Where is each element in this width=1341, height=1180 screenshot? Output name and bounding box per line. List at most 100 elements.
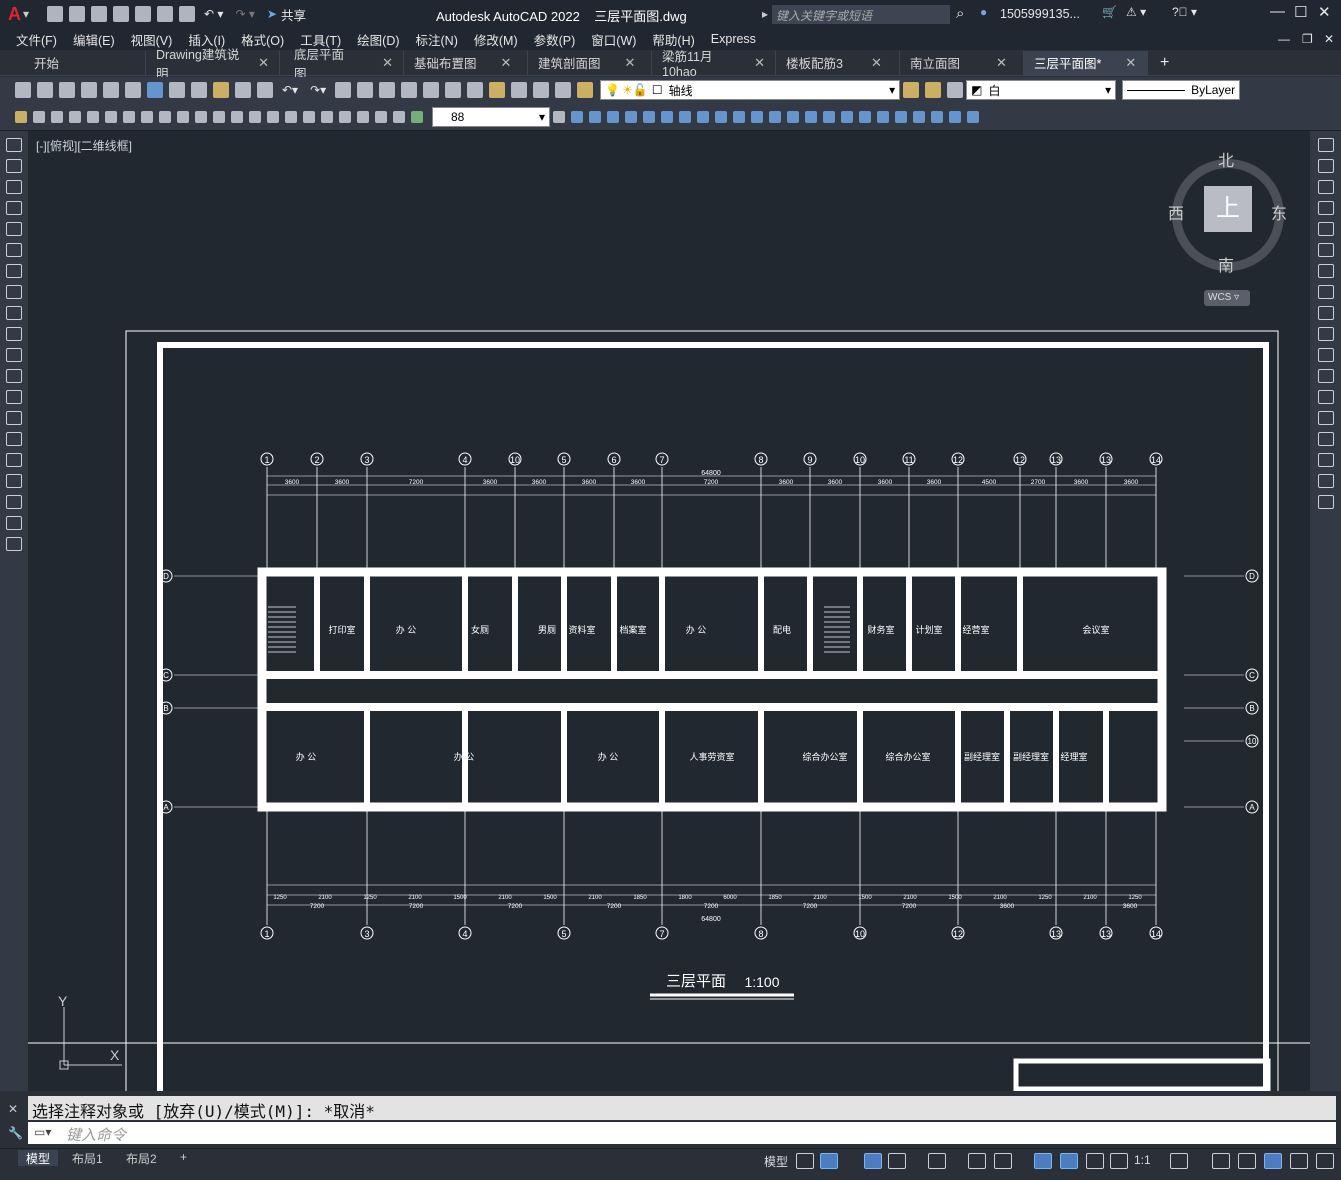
modify-icon[interactable] [949, 110, 961, 123]
redo-icon[interactable]: ↷▾ [310, 83, 326, 97]
arc-icon[interactable] [6, 243, 22, 257]
xline-icon[interactable] [6, 159, 22, 173]
stretch-icon[interactable] [1317, 306, 1334, 320]
close-icon[interactable]: ✕ [1125, 55, 1136, 71]
web-open-icon[interactable] [135, 6, 152, 22]
revcloud-icon[interactable] [6, 285, 22, 299]
blend-icon[interactable] [1317, 474, 1334, 488]
viewcube-west[interactable]: 西 [1168, 200, 1184, 224]
close-icon[interactable]: ✕ [996, 55, 1007, 71]
tab-slab[interactable]: 楼板配筋3 ✕ [776, 50, 900, 75]
doc-close-button[interactable]: ✕ [1324, 32, 1334, 46]
explode-icon[interactable] [1317, 495, 1334, 509]
radius-icon[interactable] [141, 110, 153, 123]
saveas-icon[interactable] [113, 6, 130, 22]
angular-icon[interactable] [195, 110, 207, 123]
make-block-icon[interactable] [6, 390, 22, 404]
chevron-down-icon[interactable]: ▾ [23, 7, 29, 21]
modify-icon[interactable] [877, 110, 889, 123]
diameter-icon[interactable] [177, 110, 189, 123]
publish-icon[interactable] [125, 82, 141, 98]
plot-icon[interactable] [179, 6, 196, 22]
cart-icon[interactable]: 🛒 [1102, 5, 1117, 19]
modify-icon[interactable] [607, 110, 619, 123]
point-icon[interactable] [6, 411, 22, 425]
add-layout-button[interactable]: + [172, 1150, 195, 1166]
undo-icon[interactable]: ↶ ▾ [204, 7, 223, 21]
annotation-visibility-icon[interactable] [1060, 1153, 1078, 1169]
erase-icon[interactable] [1317, 138, 1334, 152]
mtext-icon[interactable] [6, 516, 22, 530]
wrench-icon[interactable]: 🔧 [8, 1126, 23, 1140]
modify-icon[interactable] [733, 110, 745, 123]
tolerance-icon[interactable] [303, 110, 315, 123]
close-icon[interactable]: ✕ [625, 55, 636, 71]
close-icon[interactable]: ✕ [871, 55, 882, 71]
user-name[interactable]: 1505999135... [1000, 7, 1080, 21]
ordinate-icon[interactable] [123, 110, 135, 123]
layer-previous-icon[interactable] [925, 82, 942, 98]
tool-icon[interactable] [15, 110, 27, 123]
center-mark-icon[interactable] [321, 110, 333, 123]
search-input[interactable]: 键入关键字或短语 [772, 5, 950, 24]
scale-icon[interactable] [1317, 285, 1334, 299]
command-prompt-icon[interactable]: ▭▾ [34, 1125, 51, 1139]
rectangle-icon[interactable] [6, 222, 22, 236]
tab-layout1[interactable]: 布局1 [64, 1150, 111, 1166]
annotation-scale-dropdown[interactable]: 1:1 [1134, 1153, 1151, 1167]
copy-icon[interactable] [1317, 159, 1334, 173]
zoom-previous-icon[interactable] [401, 82, 418, 98]
close-icon[interactable]: ✕ [382, 55, 393, 71]
linetype-dropdown[interactable]: ByLayer [1122, 80, 1241, 100]
tab-layout2[interactable]: 布局2 [118, 1150, 165, 1166]
join-icon[interactable] [1317, 411, 1334, 425]
spline-icon[interactable] [6, 306, 22, 320]
modify-icon[interactable] [787, 110, 799, 123]
search-icon[interactable]: ⌕ [956, 5, 964, 22]
modify-icon[interactable] [913, 110, 925, 123]
annotation-monitor-icon[interactable] [1212, 1153, 1230, 1169]
modify-icon[interactable] [931, 110, 943, 123]
arc-length-icon[interactable] [105, 110, 117, 123]
modify-icon[interactable] [661, 110, 673, 123]
tab-section[interactable]: 建筑剖面图 ✕ [528, 50, 652, 75]
table-icon[interactable] [6, 495, 22, 509]
cut-icon[interactable] [169, 82, 185, 98]
maximize-button[interactable]: ☐ [1294, 3, 1307, 21]
doc-restore-button[interactable]: ❐ [1302, 32, 1313, 46]
aligned-dim-icon[interactable] [87, 110, 99, 123]
open-icon[interactable] [69, 6, 86, 22]
workspace-gear-icon[interactable] [1170, 1153, 1188, 1169]
quick-properties-icon[interactable] [1264, 1153, 1282, 1169]
rotate-icon[interactable] [1317, 264, 1334, 278]
extend-icon[interactable] [1317, 348, 1334, 362]
update-icon[interactable] [411, 110, 423, 123]
break-icon[interactable] [285, 110, 297, 123]
help-icon[interactable]: ?⃝ ▾ [1172, 5, 1197, 19]
tab-foundation[interactable]: 基础布置图 ✕ [404, 50, 528, 75]
jog-linear-icon[interactable] [357, 110, 369, 123]
menu-parameters[interactable]: 参数(P) [534, 30, 576, 49]
modify-icon[interactable] [841, 110, 853, 123]
layer-dropdown[interactable]: 💡 ☀ 🔓 ☐ 轴线 ▾ [600, 80, 901, 100]
break-point-icon[interactable] [1317, 369, 1334, 383]
copy-icon[interactable] [191, 82, 207, 98]
3dprint-icon[interactable] [147, 82, 163, 98]
modify-icon[interactable] [751, 110, 763, 123]
polyline-icon[interactable] [6, 180, 22, 194]
modify-icon[interactable] [589, 110, 601, 123]
fillet-icon[interactable] [1317, 453, 1334, 467]
properties-icon[interactable] [423, 82, 440, 98]
menu-edit[interactable]: 编辑(E) [73, 30, 115, 49]
clean-screen-icon[interactable] [1290, 1153, 1308, 1169]
undo-icon[interactable]: ↶▾ [282, 83, 298, 97]
redo-icon[interactable]: ↷ ▾ [235, 7, 254, 21]
modify-icon[interactable] [625, 110, 637, 123]
preview-icon[interactable] [103, 82, 119, 98]
markup-icon[interactable] [511, 82, 528, 98]
modify-icon[interactable] [679, 110, 691, 123]
layer-state-icon[interactable] [947, 82, 964, 98]
share-icon[interactable]: ➤ [267, 7, 277, 21]
autodesk-a360-icon[interactable]: ⚠ ▾ [1126, 5, 1146, 19]
offset-icon[interactable] [1317, 201, 1334, 215]
